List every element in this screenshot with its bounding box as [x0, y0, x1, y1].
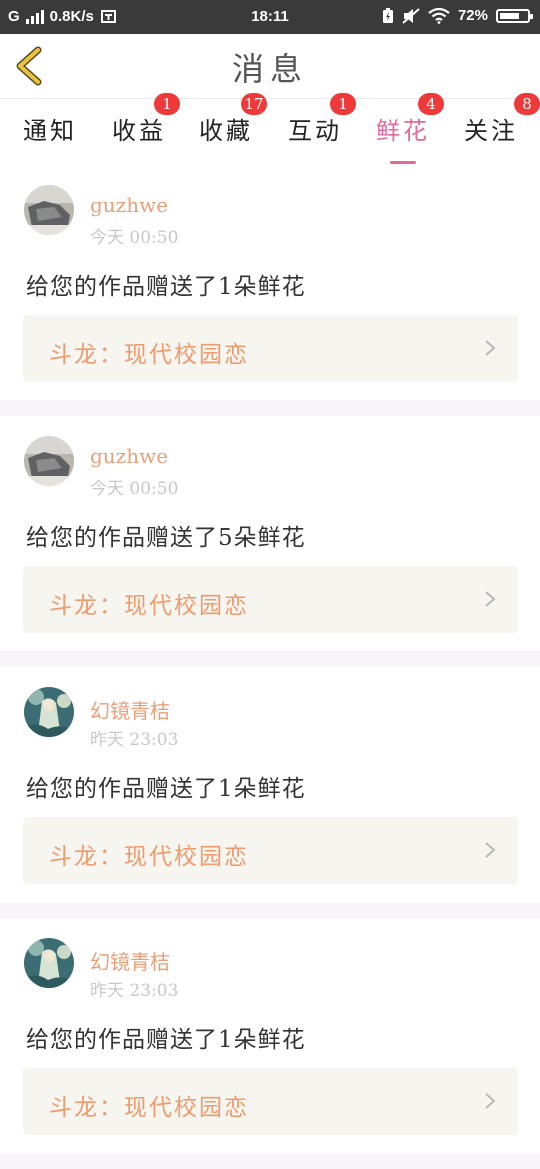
divider [0, 400, 540, 416]
status-bar: G 0.8K/s 18:11 72% [0, 0, 540, 34]
timestamp: 今天 00:50 [90, 228, 179, 248]
avatar[interactable] [24, 687, 74, 737]
username[interactable]: guzhwe [90, 193, 168, 217]
tab-label: 收藏 [199, 117, 253, 145]
status-right: 72% [382, 7, 533, 24]
message-text: 给您的作品赠送了1朵鲜花 [26, 274, 306, 300]
list-item: 幻镜青桔 昨天 23:03 给您的作品赠送了1朵鲜花 斗龙：现代校园恋 [0, 667, 540, 902]
divider [0, 902, 540, 918]
message-text: 给您的作品赠送了5朵鲜花 [26, 525, 306, 551]
carrier-label: G [8, 8, 20, 25]
tab-interactions[interactable]: 互动 1 [288, 93, 356, 146]
work-link[interactable]: 斗龙：现代校园恋 [23, 817, 518, 884]
battery-saver-icon [382, 7, 393, 23]
network-speed: 0.8K/s [49, 8, 94, 25]
tab-bar: 通知 收益 1 收藏 17 互动 1 鲜花 4 关注 8 [0, 93, 540, 165]
username[interactable]: guzhwe [90, 444, 168, 468]
nav-bar: 消息 [0, 34, 540, 99]
list-item: guzhwe 今天 00:50 给您的作品赠送了1朵鲜花 斗龙：现代校园恋 [0, 165, 540, 400]
work-link[interactable]: 斗龙：现代校园恋 [23, 315, 518, 382]
battery-percent: 72% [457, 7, 488, 24]
chevron-right-icon [485, 591, 496, 607]
tab-label: 鲜花 [376, 117, 430, 145]
work-title: 斗龙：现代校园恋 [49, 342, 249, 368]
avatar[interactable] [24, 436, 74, 486]
tab-follows[interactable]: 关注 8 [464, 93, 540, 146]
avatar[interactable] [24, 185, 74, 235]
signal-icon [25, 9, 44, 24]
work-link[interactable]: 斗龙：现代校园恋 [23, 1068, 518, 1135]
work-title: 斗龙：现代校园恋 [49, 593, 249, 619]
tab-badge: 1 [330, 93, 356, 115]
tab-badge: 8 [514, 93, 540, 115]
timestamp: 昨天 23:03 [90, 981, 179, 1001]
page-title: 消息 [231, 50, 308, 88]
list-item: guzhwe 今天 00:50 给您的作品赠送了5朵鲜花 斗龙：现代校园恋 [0, 416, 540, 651]
chevron-right-icon [485, 842, 496, 858]
tab-notify[interactable]: 通知 [23, 111, 77, 146]
chevron-right-icon [485, 340, 496, 356]
username[interactable]: 幻镜青桔 [90, 946, 170, 975]
screenshot-icon [100, 9, 116, 23]
work-title: 斗龙：现代校园恋 [49, 1095, 249, 1121]
work-link[interactable]: 斗龙：现代校园恋 [23, 566, 518, 633]
tab-label: 收益 [112, 117, 166, 145]
tab-favorites[interactable]: 收藏 17 [199, 93, 267, 146]
wifi-icon [428, 7, 450, 24]
username[interactable]: 幻镜青桔 [90, 695, 170, 724]
tab-flowers[interactable]: 鲜花 4 [376, 93, 444, 164]
timestamp: 今天 00:50 [90, 479, 179, 499]
tab-label: 互动 [288, 117, 342, 145]
chevron-right-icon [485, 1093, 496, 1109]
tab-label: 通知 [23, 117, 77, 145]
tab-underline [390, 161, 416, 164]
mute-icon [402, 7, 420, 24]
message-text: 给您的作品赠送了1朵鲜花 [26, 1027, 306, 1053]
list-item: 幻镜青桔 昨天 23:03 给您的作品赠送了1朵鲜花 斗龙：现代校园恋 [0, 918, 540, 1153]
message-list: guzhwe 今天 00:50 给您的作品赠送了1朵鲜花 斗龙：现代校园恋 gu… [0, 165, 540, 1169]
tab-label: 关注 [464, 117, 518, 145]
status-left: G 0.8K/s [8, 8, 118, 25]
work-title: 斗龙：现代校园恋 [49, 844, 249, 870]
tab-badge: 4 [418, 93, 444, 115]
battery-icon [496, 8, 533, 23]
tab-badge: 1 [154, 93, 180, 115]
avatar[interactable] [24, 938, 74, 988]
message-text: 给您的作品赠送了1朵鲜花 [26, 776, 306, 802]
timestamp: 昨天 23:03 [90, 730, 179, 750]
divider [0, 651, 540, 667]
divider [0, 1153, 540, 1169]
tab-badge: 17 [241, 93, 267, 115]
tab-earnings[interactable]: 收益 1 [112, 93, 180, 146]
